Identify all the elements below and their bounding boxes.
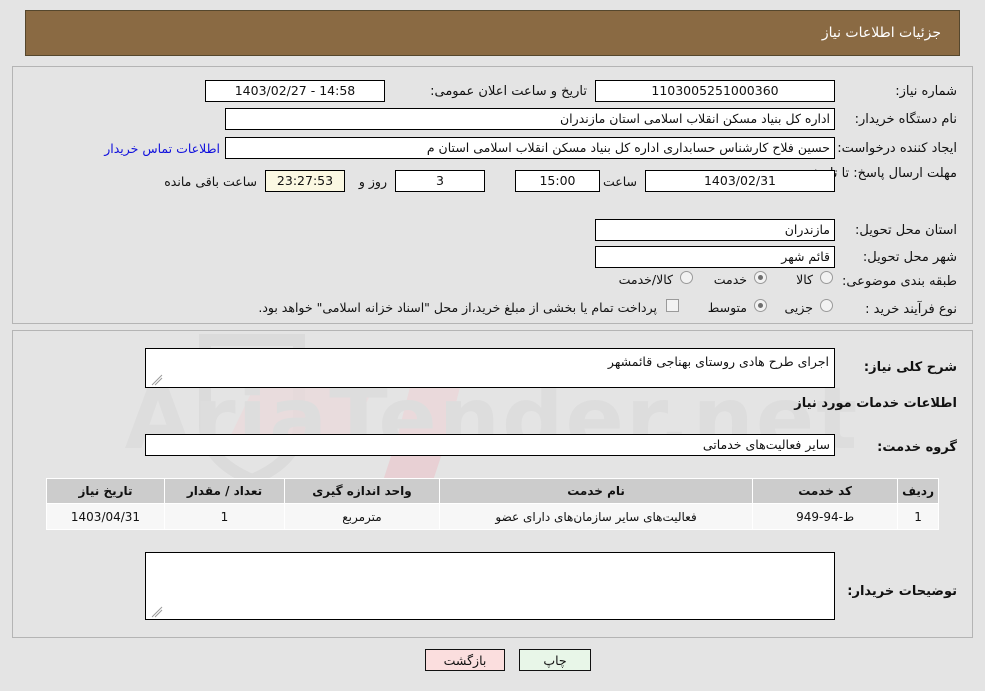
countdown-timer: 23:27:53 [265,170,345,192]
radio-category-kala-khedmat-label: کالا/خدمت [618,272,673,287]
cell-qty: 1 [164,503,285,530]
radio-process-jozii[interactable] [820,299,833,312]
radio-category-khedmat-label: خدمت [713,272,747,287]
need-summary-value[interactable]: اجرای طرح هادی روستای بهناجی قائمشهر [145,348,835,388]
time-label: ساعت [602,174,637,189]
purchase-process-label: نوع فرآیند خرید : [865,302,957,317]
checkbox-islamic-treasury[interactable] [666,299,679,312]
cell-code: ط-94-949 [752,503,899,530]
need-number-label: شماره نیاز: [895,84,957,99]
services-table: ردیف کد خدمت نام خدمت واحد اندازه گیری ت… [46,478,939,530]
deadline-date-value: 1403/02/31 [645,170,835,192]
th-unit: واحد اندازه گیری [284,478,440,504]
radio-category-kala-label: کالا [796,272,813,287]
deadline-label: مهلت ارسال پاسخ: تا تاریخ: [807,166,957,181]
islamic-treasury-note: پرداخت تمام یا بخشی از مبلغ خرید،از محل … [258,300,657,315]
delivery-city-label: شهر محل تحویل: [862,250,957,265]
cell-unit: مترمربع [284,503,440,530]
th-qty: تعداد / مقدار [164,478,285,504]
table-header-row: ردیف کد خدمت نام خدمت واحد اندازه گیری ت… [46,478,939,504]
announce-datetime-value: 14:58 - 1403/02/27 [205,80,385,102]
window-titlebar: جزئیات اطلاعات نیاز [25,10,960,56]
service-group-label: گروه خدمت: [877,440,957,455]
back-button[interactable]: بازگشت [425,649,505,671]
buyer-org-value: اداره کل بنیاد مسکن انقلاب اسلامی استان … [225,108,835,130]
cell-name: فعالیت‌های سایر سازمان‌های دارای عضو [438,503,754,530]
need-summary-label: شرح کلی نیاز: [863,360,957,375]
page-root: AriaTender.net جزئیات اطلاعات نیاز شماره… [0,0,985,691]
subject-category-label: طبقه بندی موضوعی: [841,274,957,289]
cell-row: 1 [897,503,939,530]
th-code: کد خدمت [752,478,899,504]
th-date: تاریخ نیاز [46,478,165,504]
buyer-comments-label: توضیحات خریدار: [847,584,957,599]
radio-category-kala[interactable] [820,271,833,284]
buyer-contact-link[interactable]: اطلاعات تماس خریدار [104,141,220,156]
requester-label: ایجاد کننده درخواست: [837,141,957,156]
page-title: جزئیات اطلاعات نیاز [821,25,941,41]
announce-datetime-label: تاریخ و ساعت اعلان عمومی: [430,84,587,99]
th-row: ردیف [897,478,939,504]
delivery-city-value: قائم شهر [595,246,835,268]
buyer-comments-value[interactable] [145,552,835,620]
requester-value: حسین فلاح کارشناس حسابداری اداره کل بنیا… [225,137,835,159]
service-group-value: سایر فعالیت‌های خدماتی [145,434,835,456]
print-button[interactable]: چاپ [519,649,591,671]
th-name: نام خدمت [438,478,754,504]
radio-process-motevaset[interactable] [754,299,767,312]
remaining-days-value: 3 [395,170,485,192]
need-number-value: 1103005251000360 [595,80,835,102]
deadline-time-value: 15:00 [515,170,600,192]
cell-date: 1403/04/31 [46,503,165,530]
radio-category-kala-khedmat[interactable] [680,271,693,284]
delivery-province-value: مازندران [595,219,835,241]
buyer-org-label: نام دستگاه خریدار: [854,112,957,127]
services-section-title: اطلاعات خدمات مورد نیاز [794,396,957,411]
days-label: روز و [358,174,387,189]
radio-category-khedmat[interactable] [754,271,767,284]
delivery-province-label: استان محل تحویل: [855,223,957,238]
table-row: 1 ط-94-949 فعالیت‌های سایر سازمان‌های دا… [46,503,939,530]
radio-process-motevaset-label: متوسط [707,300,747,315]
remaining-hours-label: ساعت باقی مانده [164,174,257,189]
radio-process-jozii-label: جزیی [784,300,813,315]
